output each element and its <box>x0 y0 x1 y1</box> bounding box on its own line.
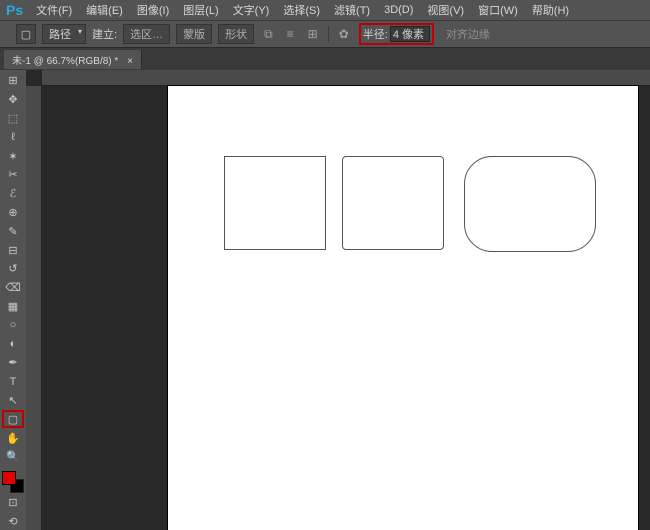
align-icon[interactable]: ≡ <box>287 27 294 41</box>
quickmask-tool[interactable]: ⊡ <box>2 494 24 512</box>
document-tab[interactable]: 未-1 @ 66.7%(RGB/8) * × <box>4 50 142 69</box>
wand-tool[interactable]: ✶ <box>2 147 24 165</box>
path-select-tool[interactable]: ↖ <box>2 392 24 410</box>
current-tool-icon[interactable]: ▢ <box>16 24 36 44</box>
align-edges-label[interactable]: 对齐边缘 <box>446 26 490 42</box>
grab-handle[interactable]: ⊞ <box>2 72 24 90</box>
blur-tool[interactable]: ○ <box>2 316 24 334</box>
ruler-horizontal[interactable] <box>42 70 650 86</box>
menu-layer[interactable]: 图层(L) <box>178 0 223 20</box>
dodge-tool[interactable]: ◐ <box>2 335 24 353</box>
rounded-rect-tool[interactable]: ▢ <box>2 410 24 428</box>
move-tool[interactable]: ✥ <box>2 91 24 109</box>
ruler-vertical[interactable] <box>26 86 42 530</box>
close-icon[interactable]: × <box>127 56 133 67</box>
zoom-tool[interactable]: 🔍 <box>2 448 24 466</box>
menu-window[interactable]: 窗口(W) <box>473 0 523 20</box>
menu-3d[interactable]: 3D(D) <box>379 2 418 18</box>
menu-view[interactable]: 视图(V) <box>422 0 469 20</box>
menu-bar: Ps 文件(F) 编辑(E) 图像(I) 图层(L) 文字(Y) 选择(S) 滤… <box>0 0 650 20</box>
rectangle-slight-round[interactable] <box>342 156 444 250</box>
color-swatches[interactable] <box>2 471 24 493</box>
app-logo: Ps <box>6 2 23 18</box>
tools-panel: ⊞ ✥ ⬚ ℓ ✶ ✂ ℰ ⊕ ✎ ⊟ ↺ ⌫ ▦ ○ ◐ ✒ T ↖ ▢ ✋ … <box>0 70 26 530</box>
mode-select[interactable]: 路径 <box>42 24 86 44</box>
foreground-color[interactable] <box>2 471 16 485</box>
menu-type[interactable]: 文字(Y) <box>228 0 275 20</box>
eyedropper-tool[interactable]: ℰ <box>2 185 24 203</box>
stamp-tool[interactable]: ⊟ <box>2 241 24 259</box>
hand-tool[interactable]: ✋ <box>2 429 24 447</box>
make-label: 建立: <box>92 26 117 42</box>
menu-file[interactable]: 文件(F) <box>31 0 77 20</box>
canvas-area <box>26 70 650 530</box>
radius-group: 半径: <box>359 23 434 45</box>
menu-select[interactable]: 选择(S) <box>278 0 325 20</box>
mask-button[interactable]: 蒙版 <box>176 24 212 44</box>
selection-button[interactable]: 选区… <box>123 24 170 44</box>
divider <box>328 26 329 42</box>
type-tool[interactable]: T <box>2 373 24 391</box>
pen-tool[interactable]: ✒ <box>2 354 24 372</box>
document-tab-bar: 未-1 @ 66.7%(RGB/8) * × <box>0 48 650 70</box>
screenmode-tool[interactable]: ⟲ <box>2 512 24 530</box>
boolean-icon[interactable]: ⧉ <box>264 27 273 42</box>
rectangle-sharp[interactable] <box>224 156 326 250</box>
menu-edit[interactable]: 编辑(E) <box>81 0 128 20</box>
marquee-tool[interactable]: ⬚ <box>2 110 24 128</box>
main-area: ⊞ ✥ ⬚ ℓ ✶ ✂ ℰ ⊕ ✎ ⊟ ↺ ⌫ ▦ ○ ◐ ✒ T ↖ ▢ ✋ … <box>0 70 650 530</box>
shape-button[interactable]: 形状 <box>218 24 254 44</box>
options-bar: ▢ 路径 建立: 选区… 蒙版 形状 ⧉ ≡ ⊞ ✿ 半径: 对齐边缘 <box>0 20 650 48</box>
radius-input[interactable] <box>390 26 430 42</box>
crop-tool[interactable]: ✂ <box>2 166 24 184</box>
menu-filter[interactable]: 滤镜(T) <box>329 0 375 20</box>
history-brush-tool[interactable]: ↺ <box>2 260 24 278</box>
eraser-tool[interactable]: ⌫ <box>2 279 24 297</box>
canvas[interactable] <box>168 86 638 530</box>
heal-tool[interactable]: ⊕ <box>2 204 24 222</box>
document-title: 未-1 @ 66.7%(RGB/8) * <box>12 56 118 67</box>
gear-icon[interactable]: ✿ <box>339 27 349 41</box>
arrange-icon[interactable]: ⊞ <box>308 27 318 41</box>
lasso-tool[interactable]: ℓ <box>2 128 24 146</box>
rectangle-rounded[interactable] <box>464 156 596 252</box>
brush-tool[interactable]: ✎ <box>2 222 24 240</box>
menu-image[interactable]: 图像(I) <box>132 0 174 20</box>
gradient-tool[interactable]: ▦ <box>2 298 24 316</box>
menu-help[interactable]: 帮助(H) <box>527 0 574 20</box>
radius-label: 半径: <box>363 26 388 42</box>
rounded-rect-icon: ▢ <box>21 28 31 41</box>
